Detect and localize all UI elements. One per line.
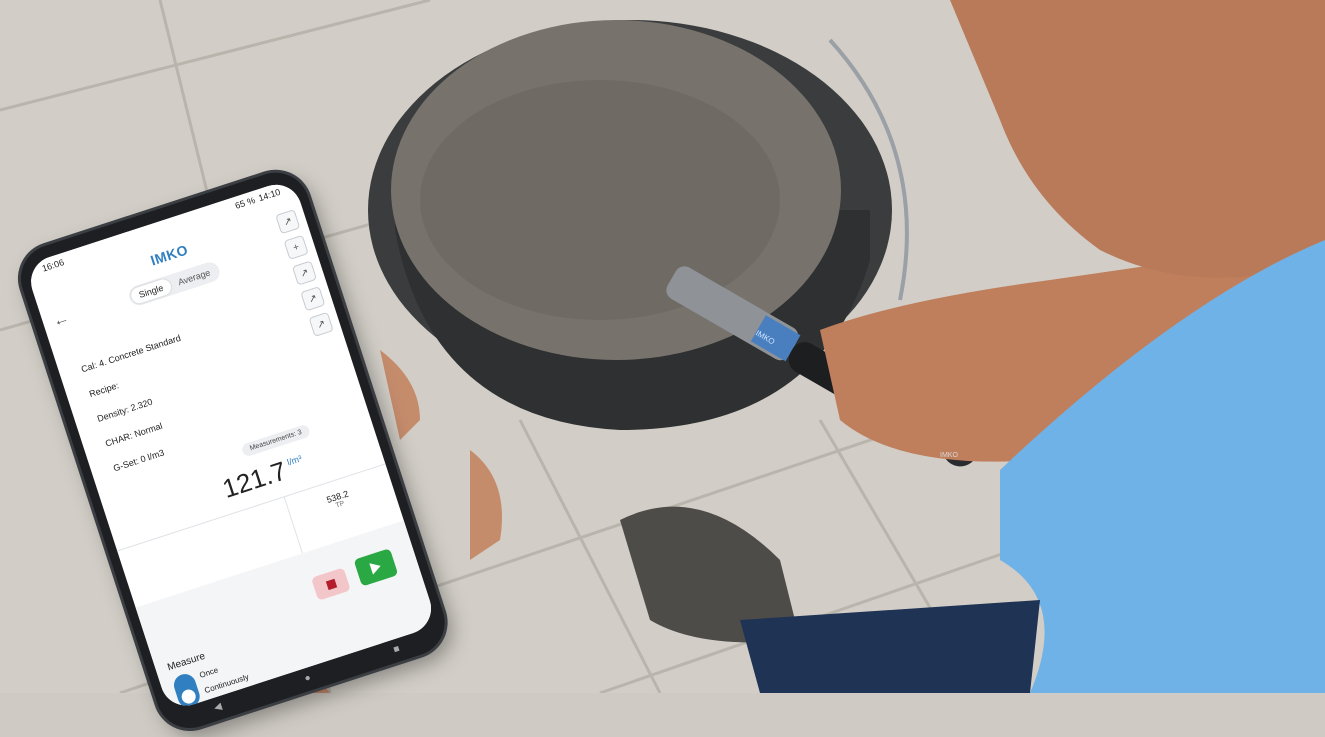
back-nav-icon[interactable]: ◀ [213,701,224,714]
play-icon [369,560,383,575]
recents-nav-icon[interactable]: ■ [392,643,401,655]
start-button[interactable] [353,548,399,587]
arrow-left-icon[interactable]: ← [51,308,76,331]
reading-unit: l/m³ [285,453,304,468]
tp-box: 538.2 TP [325,489,352,512]
app-logo: IMKO [148,241,191,269]
home-nav-icon[interactable]: ● [303,672,312,684]
handle-brand-label: IMKO [940,452,958,459]
stop-icon [325,578,337,590]
mode-once-label[interactable]: Once [198,665,219,679]
battery-text: 65 % [233,195,257,211]
divider [283,496,303,554]
reading: 121.7 l/m³ [219,449,309,504]
stop-button[interactable] [311,567,351,601]
